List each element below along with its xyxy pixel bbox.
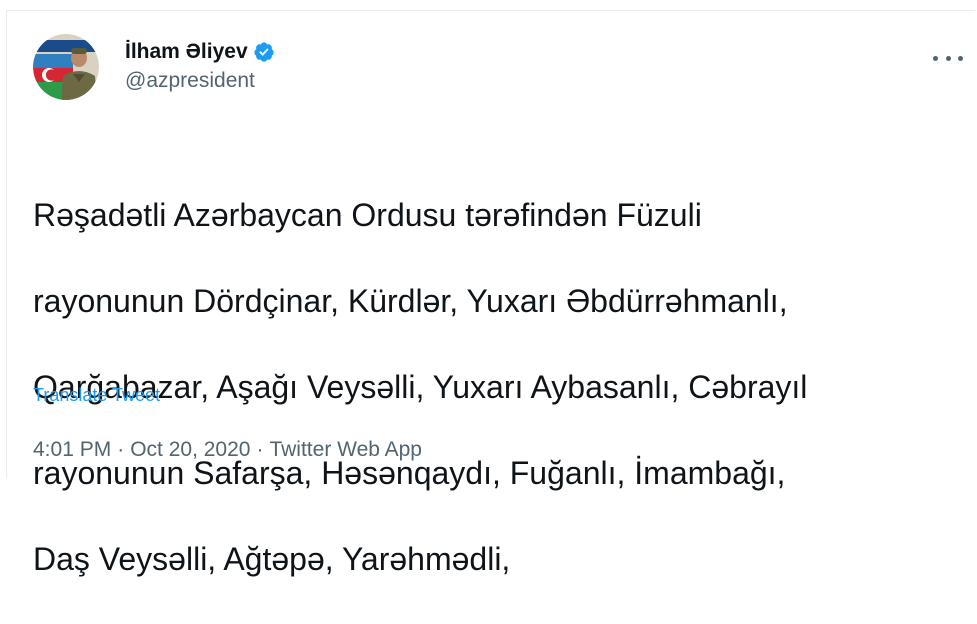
tweet-text-line: Daş Veysəlli, Ağtəpə, Yarəhmədli, (33, 541, 511, 577)
tweet-meta: 4:01 PM · Oct 20, 2020 · Twitter Web App (33, 438, 422, 462)
user-names: İlham Əliyev @azpresident (125, 39, 275, 95)
user-handle[interactable]: @azpresident (125, 67, 275, 95)
display-name-row: İlham Əliyev (125, 39, 275, 65)
tweet-time[interactable]: 4:01 PM (33, 438, 111, 462)
tweet-source-app[interactable]: Twitter Web App (269, 438, 422, 462)
verified-badge-icon (254, 42, 274, 62)
more-dot (933, 55, 938, 61)
more-options-icon[interactable] (933, 51, 963, 65)
tweet-text-line: Rəşadətli Azərbaycan Ordusu tərəfindən F… (33, 197, 702, 233)
avatar[interactable] (33, 34, 99, 100)
translate-tweet-link[interactable]: Translate Tweet (33, 385, 160, 406)
tweet-text-line: rayonunun Dördçinar, Kürdlər, Yuxarı Əbd… (33, 283, 788, 319)
tweet-text: Rəşadətli Azərbaycan Ordusu tərəfindən F… (33, 151, 953, 624)
avatar-image (33, 34, 99, 100)
meta-separator: · (256, 438, 264, 461)
display-name[interactable]: İlham Əliyev (125, 39, 248, 65)
tweet-date[interactable]: Oct 20, 2020 (130, 438, 250, 462)
tweet-header: İlham Əliyev @azpresident (33, 33, 275, 101)
tweet-card: İlham Əliyev @azpresident Rəşadətli Azər… (6, 10, 975, 577)
tweet-text-line: Qarğabazar, Aşağı Veysəlli, Yuxarı Aybas… (33, 369, 808, 405)
meta-separator: · (117, 438, 125, 461)
more-dot (945, 55, 951, 61)
more-dot (958, 55, 963, 61)
